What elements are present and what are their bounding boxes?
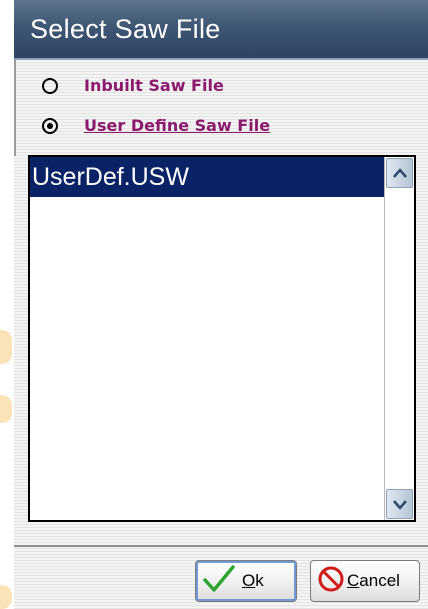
background-decoration <box>0 330 12 364</box>
vertical-scrollbar[interactable] <box>384 157 414 520</box>
user-define-option-label[interactable]: User Define Saw File <box>84 116 270 135</box>
user-define-saw-file-option[interactable]: User Define Saw File <box>42 116 270 135</box>
chevron-up-icon <box>393 168 407 178</box>
footer-divider <box>14 545 428 547</box>
select-saw-file-dialog: Select Saw File Inbuilt Saw File User De… <box>14 0 428 609</box>
ok-button-label: Ok <box>242 571 264 590</box>
checkmark-icon <box>202 564 236 598</box>
list-item-selected[interactable]: UserDef.USW <box>30 157 384 197</box>
ok-button[interactable]: Ok <box>195 560 297 602</box>
background-decoration <box>0 585 12 609</box>
background-decoration <box>0 395 12 423</box>
screen: Select Saw File Inbuilt Saw File User De… <box>0 0 428 609</box>
inbuilt-radio-button[interactable] <box>42 77 58 94</box>
cancel-button[interactable]: Cancel <box>310 560 420 602</box>
inbuilt-saw-file-option[interactable]: Inbuilt Saw File <box>42 76 224 95</box>
scroll-up-button[interactable] <box>386 158 413 188</box>
saw-file-options: Inbuilt Saw File User Define Saw File <box>14 60 428 156</box>
saw-file-listbox[interactable]: UserDef.USW <box>28 155 416 522</box>
chevron-down-icon <box>393 500 407 510</box>
scroll-down-button[interactable] <box>386 489 413 519</box>
no-entry-icon <box>317 565 345 597</box>
cancel-button-label: Cancel <box>347 571 400 590</box>
user-define-radio-button[interactable] <box>42 117 58 134</box>
inbuilt-option-label[interactable]: Inbuilt Saw File <box>84 76 224 95</box>
dialog-title: Select Saw File <box>30 14 221 44</box>
dialog-titlebar: Select Saw File <box>14 0 428 60</box>
